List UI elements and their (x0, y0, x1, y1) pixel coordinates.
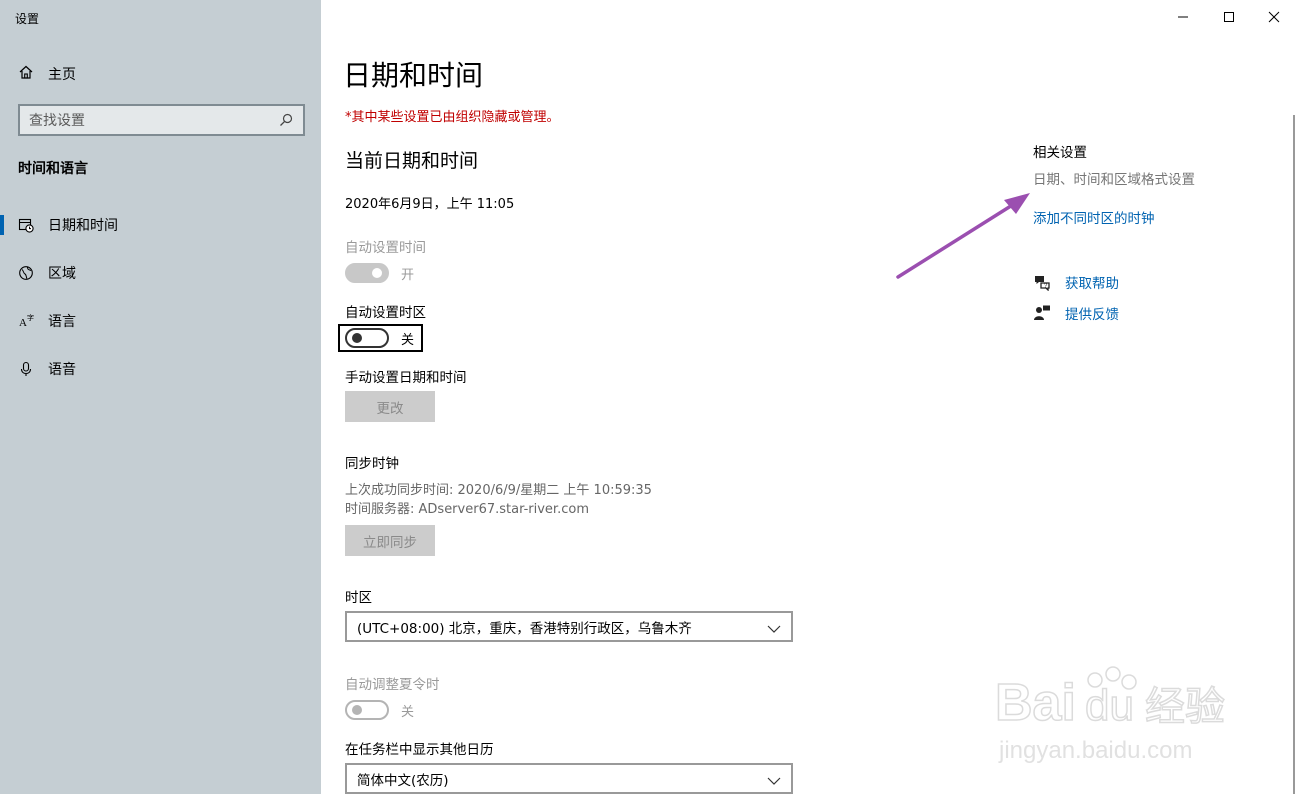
calendar-label: 在任务栏中显示其他日历 (345, 742, 494, 758)
sidebar-item-region[interactable]: 区域 (0, 253, 321, 293)
sidebar-item-label: 语言 (48, 314, 76, 330)
timezone-value: (UTC+08:00) 北京，重庆，香港特别行政区，乌鲁木齐 (357, 620, 692, 637)
timezone-label: 时区 (345, 590, 372, 606)
feedback-person-icon (1033, 304, 1051, 322)
current-datetime-value: 2020年6月9日，上午 11:05 (345, 197, 515, 212)
sidebar: 设置 主页 查找设置 时间和语言 日期和时间 区域 A字 语言 语音 (0, 0, 321, 794)
dst-toggle[interactable] (345, 700, 389, 720)
auto-time-toggle[interactable] (345, 263, 389, 283)
minimize-icon (1177, 8, 1189, 27)
maximize-icon (1223, 8, 1235, 27)
chevron-down-icon (767, 774, 781, 785)
sidebar-item-label: 区域 (48, 266, 76, 282)
sync-heading: 同步时钟 (345, 456, 399, 472)
svg-text:jingyan.baidu.com: jingyan.baidu.com (998, 737, 1192, 764)
help-chat-icon: ? (1033, 273, 1051, 292)
auto-timezone-toggle-row: 关 (345, 328, 414, 348)
timezone-select[interactable]: (UTC+08:00) 北京，重庆，香港特别行政区，乌鲁木齐 (345, 611, 793, 642)
feedback-label: 提供反馈 (1065, 307, 1119, 323)
dst-toggle-row: 关 (345, 700, 414, 720)
manual-datetime-label: 手动设置日期和时间 (345, 370, 467, 386)
calendar-value: 简体中文(农历) (357, 772, 449, 789)
auto-timezone-toggle[interactable] (345, 328, 389, 348)
auto-time-toggle-row: 开 (345, 263, 414, 283)
sidebar-item-label: 日期和时间 (48, 218, 118, 234)
related-settings-title: 相关设置 (1033, 145, 1087, 161)
dst-state: 关 (401, 704, 415, 720)
get-help-link[interactable]: ? 获取帮助 (1033, 272, 1119, 292)
svg-text:Bai: Bai (995, 674, 1076, 732)
page-title: 日期和时间 (343, 59, 484, 92)
auto-time-label: 自动设置时间 (345, 240, 426, 256)
scrollbar[interactable] (1293, 115, 1295, 794)
sidebar-item-speech[interactable]: 语音 (0, 349, 321, 389)
current-datetime-heading: 当前日期和时间 (345, 150, 479, 172)
home-label: 主页 (48, 67, 76, 83)
auto-timezone-label: 自动设置时区 (345, 305, 426, 321)
svg-text:字: 字 (27, 313, 34, 322)
add-clocks-link[interactable]: 添加不同时区的时钟 (1033, 207, 1155, 227)
sidebar-item-label: 语音 (48, 362, 76, 378)
svg-text:经验: 经验 (1145, 685, 1225, 729)
feedback-link[interactable]: 提供反馈 (1033, 303, 1119, 323)
baidu-watermark: Bai du 经验 jingyan.baidu.com (994, 650, 1230, 770)
search-icon[interactable] (278, 112, 294, 128)
time-server-text: 时间服务器: ADserver67.star-river.com (345, 502, 589, 517)
globe-icon (18, 265, 34, 281)
microphone-icon (18, 361, 34, 377)
auto-timezone-state: 关 (401, 332, 415, 348)
home-icon (18, 64, 34, 84)
region-format-link[interactable]: 日期、时间和区域格式设置 (1033, 168, 1195, 188)
search-input[interactable]: 查找设置 (29, 110, 278, 130)
chevron-down-icon (767, 622, 781, 633)
calendar-select[interactable]: 简体中文(农历) (345, 763, 793, 794)
toggle-knob (352, 333, 362, 343)
section-title: 时间和语言 (18, 161, 88, 177)
sync-now-button[interactable]: 立即同步 (345, 525, 435, 556)
svg-text:du: du (1085, 681, 1134, 730)
sidebar-item-date-time[interactable]: 日期和时间 (0, 205, 321, 245)
get-help-label: 获取帮助 (1065, 276, 1119, 292)
dst-label: 自动调整夏令时 (345, 677, 440, 693)
toggle-knob (372, 268, 382, 278)
managed-warning: *其中某些设置已由组织隐藏或管理。 (345, 110, 560, 125)
minimize-button[interactable] (1160, 0, 1206, 34)
language-icon: A字 (18, 313, 34, 329)
app-title: 设置 (15, 12, 40, 26)
calendar-clock-icon (18, 217, 34, 233)
sidebar-item-language[interactable]: A字 语言 (0, 301, 321, 341)
auto-time-state: 开 (401, 267, 415, 283)
close-icon (1268, 8, 1280, 27)
search-box[interactable]: 查找设置 (18, 104, 305, 136)
toggle-knob (352, 705, 362, 715)
last-sync-text: 上次成功同步时间: 2020/6/9/星期二 上午 10:59:35 (345, 483, 652, 498)
close-button[interactable] (1251, 0, 1297, 34)
maximize-button[interactable] (1206, 0, 1252, 34)
home-nav[interactable]: 主页 (18, 64, 76, 84)
svg-text:A: A (19, 317, 27, 329)
change-button[interactable]: 更改 (345, 391, 435, 422)
